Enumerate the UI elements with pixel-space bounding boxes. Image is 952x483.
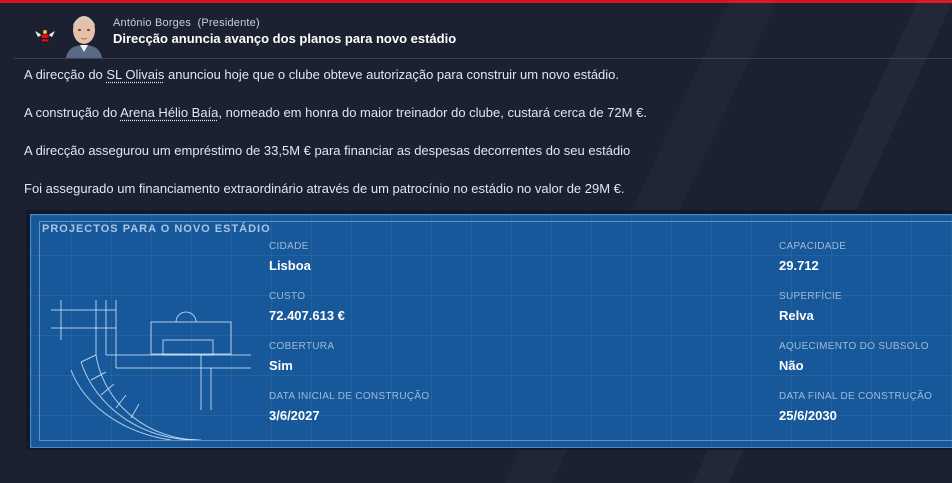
- data-inicial-value: 3/6/2027: [269, 408, 320, 423]
- stadium-blueprint-icon: [51, 300, 251, 440]
- cidade-value: Lisboa: [269, 258, 311, 273]
- paragraph-1-text-a: A direcção do: [24, 67, 107, 82]
- stadium-link[interactable]: Arena Hélio Baía: [120, 105, 218, 120]
- field-aquecimento: AQUECIMENTO DO SUBSOLO Não: [779, 341, 929, 373]
- paragraph-1: A direcção do SL Olivais anunciou hoje q…: [24, 67, 619, 82]
- custo-label: CUSTO: [269, 291, 306, 302]
- capacidade-value: 29.712: [779, 258, 819, 273]
- cobertura-label: COBERTURA: [269, 341, 335, 352]
- custo-value: 72.407.613 €: [269, 308, 345, 323]
- message-header: António Borges (Presidente) Direcção anu…: [0, 3, 952, 58]
- data-final-label: DATA FINAL DE CONSTRUÇÃO: [779, 391, 933, 402]
- stadium-project-panel: PROJECTOS PARA O NOVO ESTÁDIO CIDADE Lis…: [30, 214, 952, 448]
- person-avatar-icon[interactable]: [64, 12, 104, 58]
- paragraph-2: A construção do Arena Hélio Baía, nomead…: [24, 105, 647, 120]
- cidade-label: CIDADE: [269, 241, 309, 252]
- paragraph-4: Foi assegurado um financiamento extraord…: [24, 181, 625, 196]
- paragraph-3: A direcção assegurou um empréstimo de 33…: [24, 143, 631, 158]
- aquecimento-value: Não: [779, 358, 804, 373]
- field-data-final: DATA FINAL DE CONSTRUÇÃO 25/6/2030: [779, 391, 932, 423]
- sender-name[interactable]: António Borges: [113, 17, 191, 29]
- paragraph-2-text-b: , nomeado em honra do maior treinador do…: [218, 105, 647, 120]
- field-data-inicial: DATA INICIAL DE CONSTRUÇÃO 3/6/2027: [269, 391, 429, 423]
- sender-role: (Presidente): [197, 17, 260, 29]
- club-link[interactable]: SL Olivais: [106, 67, 164, 82]
- message-subject: Direcção anuncia avanço dos planos para …: [113, 31, 457, 46]
- aquecimento-label: AQUECIMENTO DO SUBSOLO: [779, 341, 929, 352]
- field-superficie: SUPERFÍCIE Relva: [779, 291, 842, 323]
- capacidade-label: CAPACIDADE: [779, 241, 847, 252]
- data-final-value: 25/6/2030: [779, 408, 837, 423]
- superficie-value: Relva: [779, 308, 814, 323]
- field-custo: CUSTO 72.407.613 €: [269, 291, 345, 323]
- data-inicial-label: DATA INICIAL DE CONSTRUÇÃO: [269, 391, 430, 402]
- cobertura-value: Sim: [269, 358, 293, 373]
- field-capacidade: CAPACIDADE 29.712: [779, 241, 846, 273]
- field-cidade: CIDADE Lisboa: [269, 241, 311, 273]
- paragraph-1-text-b: anunciou hoje que o clube obteve autoriz…: [164, 67, 620, 82]
- paragraph-2-text-a: A construção do: [24, 105, 121, 120]
- club-crest-icon: [35, 30, 55, 43]
- field-cobertura: COBERTURA Sim: [269, 341, 334, 373]
- header-divider: [14, 58, 952, 59]
- project-panel-title: PROJECTOS PARA O NOVO ESTÁDIO: [42, 223, 271, 235]
- sender-line: António Borges (Presidente): [113, 17, 260, 29]
- superficie-label: SUPERFÍCIE: [779, 291, 843, 302]
